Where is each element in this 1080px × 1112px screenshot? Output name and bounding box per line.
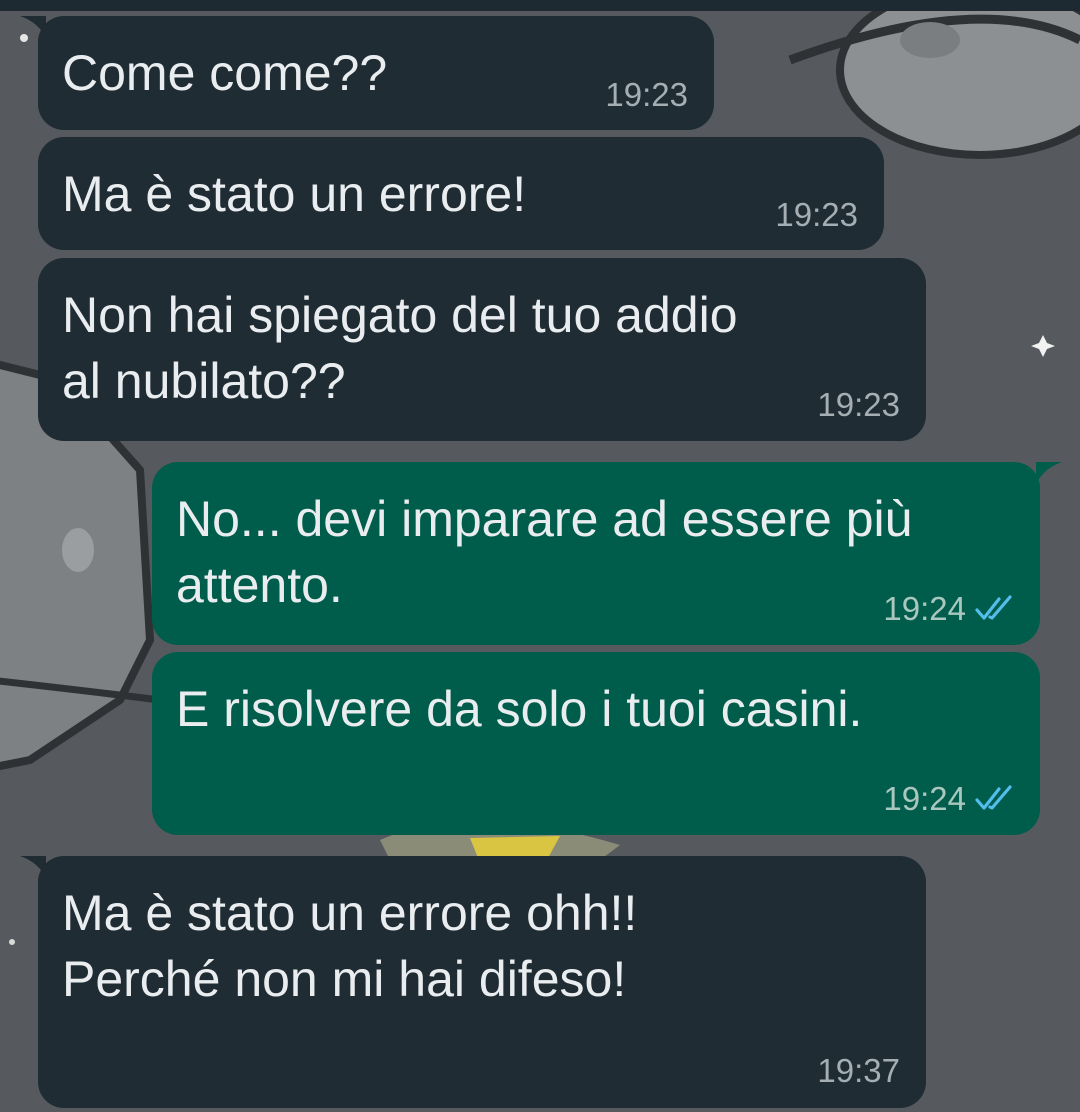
message-text: Come come?? <box>62 45 388 101</box>
message-time: 19:24 <box>883 590 966 627</box>
message-bubble-incoming[interactable]: Ma è stato un errore! 19:23 <box>38 137 884 250</box>
message-text: E risolvere da solo i tuoi casini. <box>176 681 863 737</box>
double-check-icon <box>975 595 1012 620</box>
message-time: 19:23 <box>605 76 688 113</box>
status-bar-edge <box>0 0 1080 11</box>
message-bubble-incoming[interactable]: Come come?? 19:23 <box>38 16 714 130</box>
message-time: 19:23 <box>775 196 858 233</box>
message-bubble-outgoing[interactable]: E risolvere da solo i tuoi casini. 19:24 <box>152 652 1040 835</box>
message-text: Ma è stato un errore! <box>62 166 527 222</box>
message-text: Non hai spiegato del tuo addio al nubila… <box>62 287 738 409</box>
message-text: Ma è stato un errore ohh!! Perché non mi… <box>62 885 638 1007</box>
chat-screen: Come come?? 19:23 Ma è stato un errore! … <box>0 0 1080 1112</box>
message-text: No... devi imparare ad essere più attent… <box>176 491 913 613</box>
message-time: 19:23 <box>817 386 900 423</box>
message-time: 19:37 <box>817 1052 900 1089</box>
message-bubble-incoming[interactable]: Non hai spiegato del tuo addio al nubila… <box>38 258 926 441</box>
bubble-tail <box>1036 462 1062 484</box>
message-time: 19:24 <box>883 780 966 817</box>
message-bubble-incoming[interactable]: Ma è stato un errore ohh!! Perché non mi… <box>38 856 926 1108</box>
double-check-icon <box>975 785 1012 810</box>
message-bubble-outgoing[interactable]: No... devi imparare ad essere più attent… <box>152 462 1040 645</box>
